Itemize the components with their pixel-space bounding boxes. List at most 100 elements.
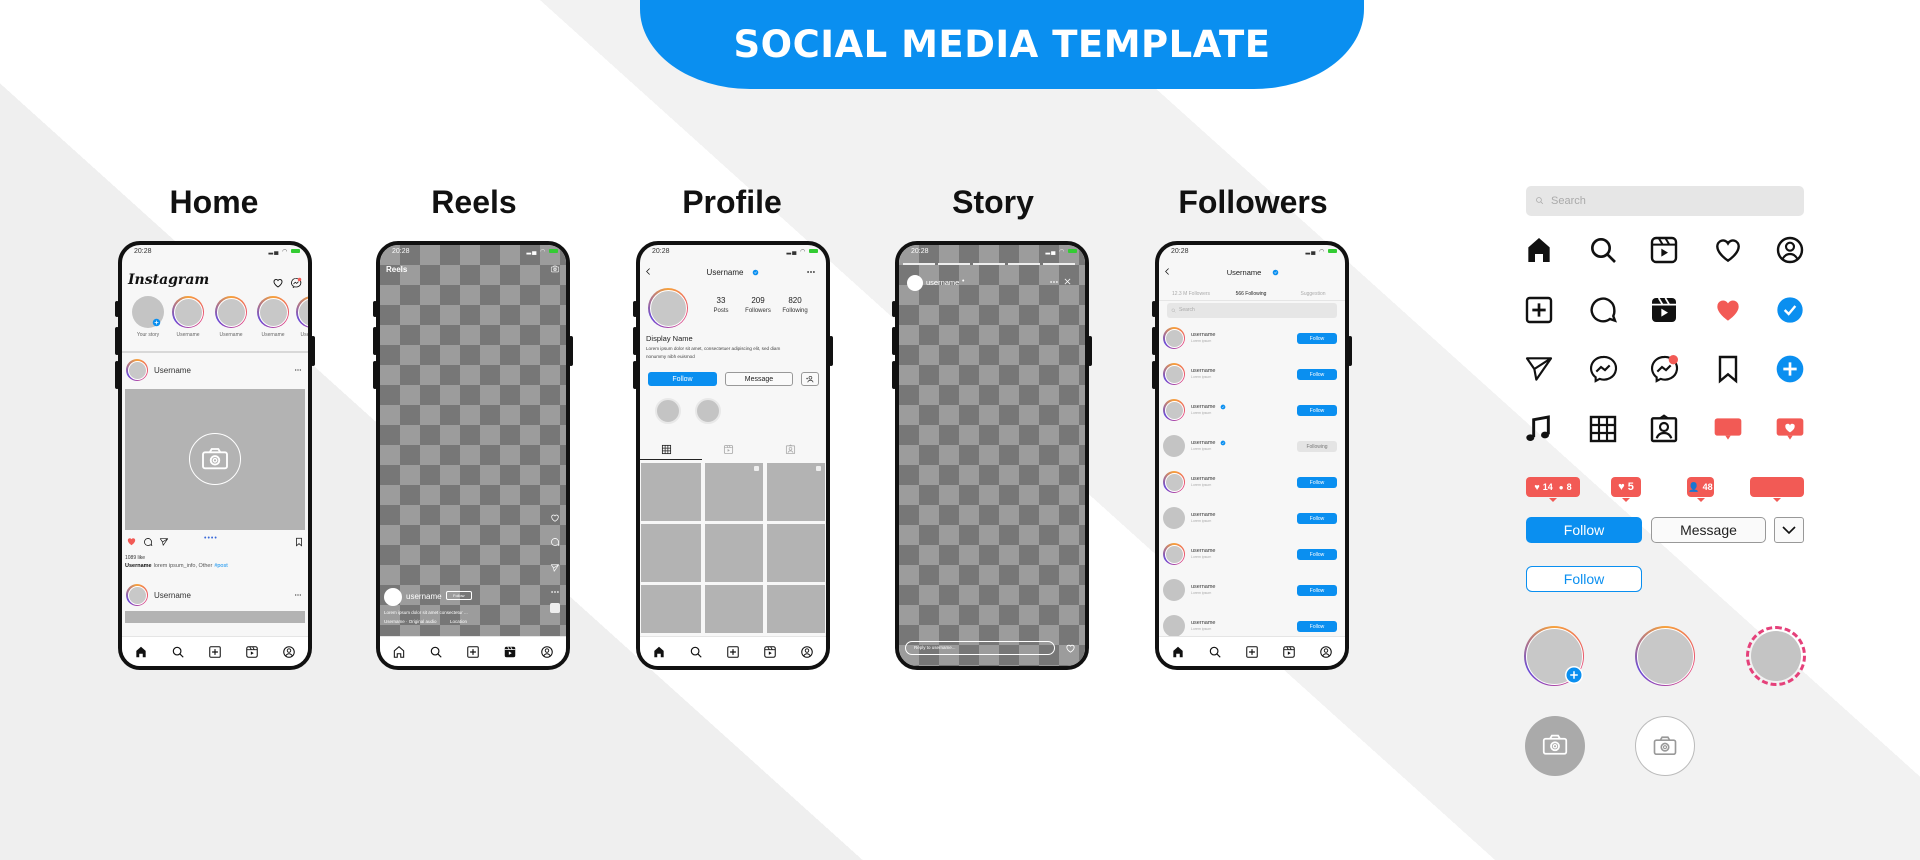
kit-follow-outline-button[interactable]: Follow <box>1526 566 1642 592</box>
kit-story-avatar-close-friends[interactable] <box>1746 626 1806 686</box>
follower-name[interactable]: username <box>1191 368 1215 374</box>
nav-home-button[interactable] <box>134 645 148 659</box>
grid-post[interactable] <box>767 524 825 582</box>
post-avatar[interactable] <box>126 584 148 606</box>
grid-post[interactable] <box>705 463 763 521</box>
reply-input[interactable]: Reply to username... <box>905 641 1055 655</box>
follower-avatar[interactable] <box>1163 579 1185 601</box>
follower-avatar[interactable] <box>1163 399 1185 421</box>
grid-icon[interactable] <box>1587 413 1619 445</box>
nav-plus-square-button[interactable] <box>1245 645 1259 659</box>
grid-icon[interactable] <box>661 444 672 455</box>
profile-icon[interactable] <box>282 645 296 659</box>
home-icon[interactable] <box>652 645 666 659</box>
follower-name[interactable]: username <box>1191 584 1215 590</box>
nav-profile-button[interactable] <box>540 645 554 659</box>
camera-icon[interactable] <box>1540 730 1570 760</box>
nav-reels-button[interactable] <box>763 645 777 659</box>
nav-plus-square-button[interactable] <box>466 645 480 659</box>
reels-filled-icon[interactable] <box>503 645 517 659</box>
heart-icon[interactable] <box>1712 234 1744 266</box>
kit-follow-button[interactable]: Follow <box>1526 517 1642 543</box>
home-icon[interactable] <box>1171 645 1185 659</box>
nav-search-button[interactable] <box>689 645 703 659</box>
send-icon[interactable] <box>550 563 560 573</box>
message-button[interactable]: Message <box>725 372 793 386</box>
reels-icon[interactable] <box>1282 645 1296 659</box>
nav-search-button[interactable] <box>429 645 443 659</box>
chevron-left-icon[interactable] <box>1163 267 1172 276</box>
chevron-left-icon[interactable] <box>644 267 653 276</box>
grid-post[interactable] <box>705 524 763 582</box>
follow-button[interactable]: Follow <box>1297 477 1337 488</box>
home-icon[interactable] <box>1523 234 1555 266</box>
kit-search-input[interactable]: Search <box>1526 186 1804 216</box>
follow-button[interactable]: Follow <box>1297 513 1337 524</box>
highlight-circle[interactable] <box>655 398 681 424</box>
kit-dropdown-button[interactable] <box>1774 517 1804 543</box>
home-icon[interactable] <box>134 645 148 659</box>
search-icon[interactable] <box>429 645 443 659</box>
kit-camera-button-filled[interactable] <box>1525 716 1585 776</box>
followers-tab[interactable]: Suggestion <box>1283 291 1343 297</box>
nav-reels-button[interactable] <box>245 645 259 659</box>
reel-avatar[interactable] <box>384 588 402 606</box>
story-avatar[interactable] <box>215 296 247 328</box>
tagged-icon[interactable] <box>1648 413 1680 445</box>
nav-reels-button[interactable] <box>1282 645 1296 659</box>
follower-avatar[interactable] <box>1163 507 1185 529</box>
story-avatar[interactable] <box>257 296 289 328</box>
music-icon[interactable] <box>1523 413 1555 445</box>
comment-icon[interactable] <box>1587 294 1619 326</box>
profile-icon[interactable] <box>800 645 814 659</box>
follower-avatar[interactable] <box>1163 327 1185 349</box>
messenger-icon[interactable] <box>1587 353 1619 385</box>
follower-name[interactable]: username <box>1191 404 1215 410</box>
plus-square-icon[interactable] <box>726 645 740 659</box>
camera-icon[interactable] <box>1651 732 1679 760</box>
follower-avatar[interactable] <box>1163 435 1185 457</box>
followers-tab[interactable]: 566 Following <box>1221 291 1281 297</box>
reels-icon[interactable] <box>1648 234 1680 266</box>
stat-label[interactable]: Following <box>775 308 815 314</box>
nav-profile-button[interactable] <box>800 645 814 659</box>
nav-home-button[interactable] <box>652 645 666 659</box>
plus-circle-icon[interactable] <box>1774 353 1806 385</box>
plus-square-icon[interactable] <box>208 645 222 659</box>
follow-button[interactable]: Follow <box>1297 333 1337 344</box>
profile-icon[interactable] <box>540 645 554 659</box>
reels-icon[interactable] <box>763 645 777 659</box>
plus-square-icon[interactable] <box>1523 294 1555 326</box>
profile-icon[interactable] <box>1319 645 1333 659</box>
more-icon[interactable] <box>806 267 816 277</box>
heart-filled-icon[interactable] <box>126 536 137 547</box>
heart-icon[interactable] <box>550 513 560 523</box>
heart-icon[interactable] <box>1065 643 1076 654</box>
chevron-down-icon[interactable] <box>1780 521 1798 539</box>
add-person-button[interactable] <box>801 372 819 386</box>
nav-search-button[interactable] <box>171 645 185 659</box>
stat-label[interactable]: Followers <box>738 308 778 314</box>
nav-plus-square-button[interactable] <box>208 645 222 659</box>
follower-avatar[interactable] <box>1163 471 1185 493</box>
plus-square-icon[interactable] <box>1245 645 1259 659</box>
follower-name[interactable]: username <box>1191 548 1215 554</box>
close-icon[interactable] <box>1063 277 1072 286</box>
kit-camera-button-outline[interactable] <box>1635 716 1695 776</box>
reel-follow-button[interactable]: Follow <box>446 591 472 600</box>
more-icon[interactable] <box>294 591 302 599</box>
follow-button[interactable]: Follow <box>1297 585 1337 596</box>
follower-name[interactable]: username <box>1191 332 1215 338</box>
post-avatar[interactable] <box>126 359 148 381</box>
followers-search-input[interactable]: Search <box>1167 303 1337 318</box>
plus-circle-icon[interactable] <box>1565 666 1583 684</box>
more-icon[interactable] <box>1049 277 1059 287</box>
story-avatar[interactable] <box>296 296 308 328</box>
nav-home-button[interactable] <box>1171 645 1185 659</box>
follower-name[interactable]: username <box>1191 512 1215 518</box>
nav-profile-button[interactable] <box>1319 645 1333 659</box>
comment-icon[interactable] <box>550 537 560 547</box>
bookmark-icon[interactable] <box>1712 353 1744 385</box>
nav-reels-button[interactable] <box>503 645 517 659</box>
messenger-notification-icon[interactable] <box>1648 353 1680 385</box>
